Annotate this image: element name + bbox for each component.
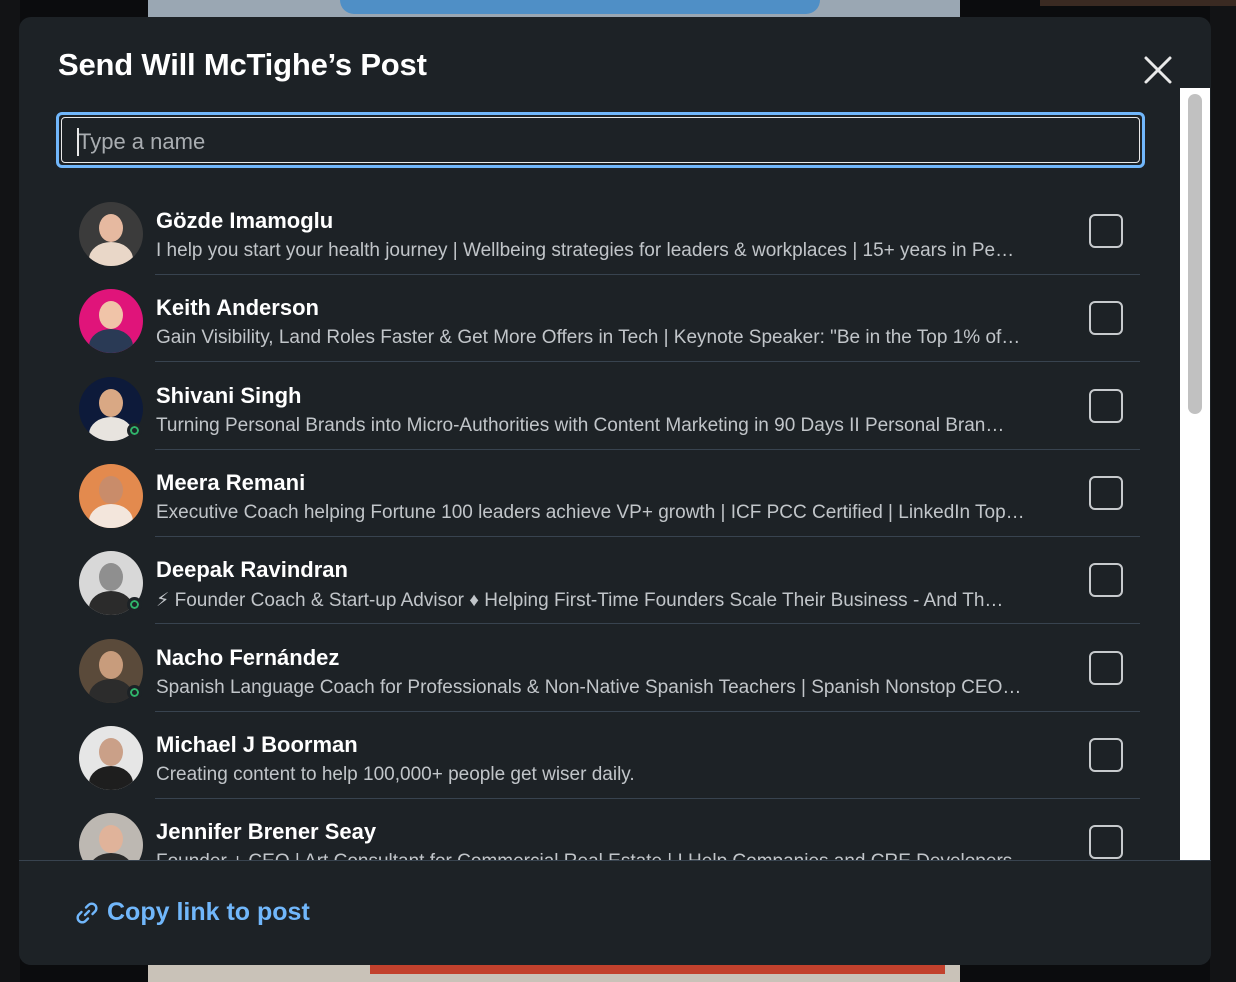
- background-sidebar-top: [1040, 0, 1236, 6]
- contact-headline: Creating content to help 100,000+ people…: [156, 763, 635, 785]
- select-contact-checkbox[interactable]: [1089, 214, 1123, 248]
- close-button[interactable]: [1137, 49, 1179, 91]
- avatar-head: [99, 214, 123, 242]
- close-icon: [1144, 56, 1172, 84]
- select-contact-checkbox[interactable]: [1089, 388, 1123, 423]
- contact-name: Gözde Imamoglu: [156, 208, 334, 233]
- contact-headline: Spanish Language Coach for Professionals…: [156, 676, 1022, 698]
- background-post-graphic-top: [340, 0, 820, 14]
- text-caret: [77, 128, 79, 156]
- modal-footer: Copy link to post: [19, 860, 1211, 965]
- avatar-head: [99, 650, 123, 679]
- contact-row[interactable]: Jennifer Brener Seay Founder + CEO | Art …: [77, 799, 1140, 860]
- contact-name: Jennifer Brener Seay: [156, 819, 377, 845]
- online-status-icon: [127, 597, 142, 613]
- contact-row[interactable]: Shivani Singh Turning Personal Brands int…: [77, 363, 1140, 450]
- link-icon: [76, 901, 98, 924]
- avatar: [79, 202, 143, 266]
- contact-row[interactable]: Deepak Ravindran ⚡ Founder Coach & Start-…: [77, 537, 1140, 625]
- contact-list: Gözde Imamoglu I help you start your heal…: [77, 188, 1140, 860]
- contact-row[interactable]: Gözde Imamoglu I help you start your heal…: [77, 188, 1140, 275]
- search-field-border: [61, 117, 1140, 163]
- contact-row[interactable]: Nacho Fernández Spanish Language Coach fo…: [77, 625, 1140, 712]
- avatar-head: [99, 475, 123, 504]
- select-contact-checkbox[interactable]: [1089, 475, 1123, 510]
- select-contact-checkbox[interactable]: [1089, 825, 1123, 860]
- contact-row[interactable]: Meera Remani Executive Coach helping Fort…: [77, 450, 1140, 537]
- online-status-icon: [127, 422, 142, 438]
- contact-headline: ⚡ Founder Coach & Start-up Advisor ♦ Hel…: [156, 590, 1004, 612]
- select-contact-checkbox[interactable]: [1089, 301, 1123, 336]
- contact-headline: Gain Visibility, Land Roles Faster & Get…: [156, 327, 1021, 349]
- contact-name: Michael J Boorman: [156, 731, 358, 757]
- modal-title: Send Will McTighe’s Post: [58, 47, 427, 82]
- contact-name: Shivani Singh: [156, 382, 302, 408]
- contact-headline: I help you start your health journey | W…: [156, 240, 1015, 261]
- online-status-icon: [127, 684, 142, 700]
- send-post-modal: Send Will McTighe’s Post Gözde Imamoglu I…: [19, 17, 1211, 965]
- contact-name: Deepak Ravindran: [156, 557, 348, 583]
- avatar-head: [99, 301, 123, 330]
- contact-headline: Founder + CEO | Art Consultant for Comme…: [156, 851, 1071, 860]
- avatar-head: [99, 737, 123, 766]
- avatar-head: [99, 825, 123, 854]
- select-contact-checkbox[interactable]: [1089, 737, 1123, 772]
- copy-link-label: Copy link to post: [107, 898, 310, 926]
- avatar: [79, 725, 143, 790]
- contact-headline: Turning Personal Brands into Micro-Autho…: [156, 414, 1005, 436]
- avatar-body: [89, 329, 133, 354]
- avatar: [79, 289, 143, 354]
- scrollbar[interactable]: [1180, 88, 1210, 860]
- copy-link-button[interactable]: Copy link to post: [75, 898, 310, 927]
- avatar-body: [89, 242, 133, 266]
- select-contact-checkbox[interactable]: [1089, 650, 1123, 685]
- contact-row[interactable]: Keith Anderson Gain Visibility, Land Role…: [77, 275, 1140, 363]
- contact-name: Meera Remani: [156, 469, 306, 495]
- avatar: [79, 813, 143, 860]
- contact-name: Keith Anderson: [156, 295, 319, 321]
- avatar-body: [89, 853, 133, 860]
- contact-name: Nacho Fernández: [156, 644, 340, 670]
- avatar: [79, 463, 143, 528]
- avatar-body: [89, 503, 133, 528]
- background-page-right: [1210, 0, 1236, 982]
- avatar-head: [99, 563, 123, 592]
- select-contact-checkbox[interactable]: [1089, 563, 1123, 598]
- contact-headline: Executive Coach helping Fortune 100 lead…: [156, 501, 1025, 523]
- background-page-left: [0, 0, 20, 982]
- avatar-body: [89, 765, 133, 790]
- search-field: [56, 112, 1145, 168]
- avatar-head: [99, 388, 123, 417]
- contact-row[interactable]: Michael J Boorman Creating content to hel…: [77, 712, 1140, 799]
- search-input[interactable]: [76, 124, 1120, 160]
- scrollbar-thumb[interactable]: [1188, 94, 1202, 414]
